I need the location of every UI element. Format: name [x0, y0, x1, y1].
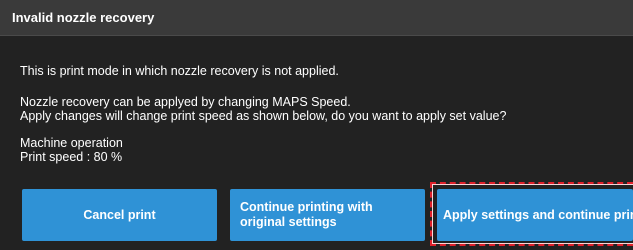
message-line-mode: This is print mode in which nozzle recov… — [20, 64, 339, 78]
apply-settings-continue-button[interactable]: Apply settings and continue print — [437, 189, 633, 241]
cancel-print-button[interactable]: Cancel print — [22, 189, 217, 241]
dialog-titlebar: Invalid nozzle recovery — [0, 0, 633, 36]
print-speed-value: Print speed : 80 % — [20, 150, 123, 164]
dialog-title: Invalid nozzle recovery — [12, 10, 155, 25]
message-line-apply-question: Apply changes will change print speed as… — [20, 109, 507, 123]
continue-original-settings-button[interactable]: Continue printing with original settings — [230, 189, 425, 241]
invalid-nozzle-recovery-dialog: Invalid nozzle recovery This is print mo… — [0, 0, 633, 250]
